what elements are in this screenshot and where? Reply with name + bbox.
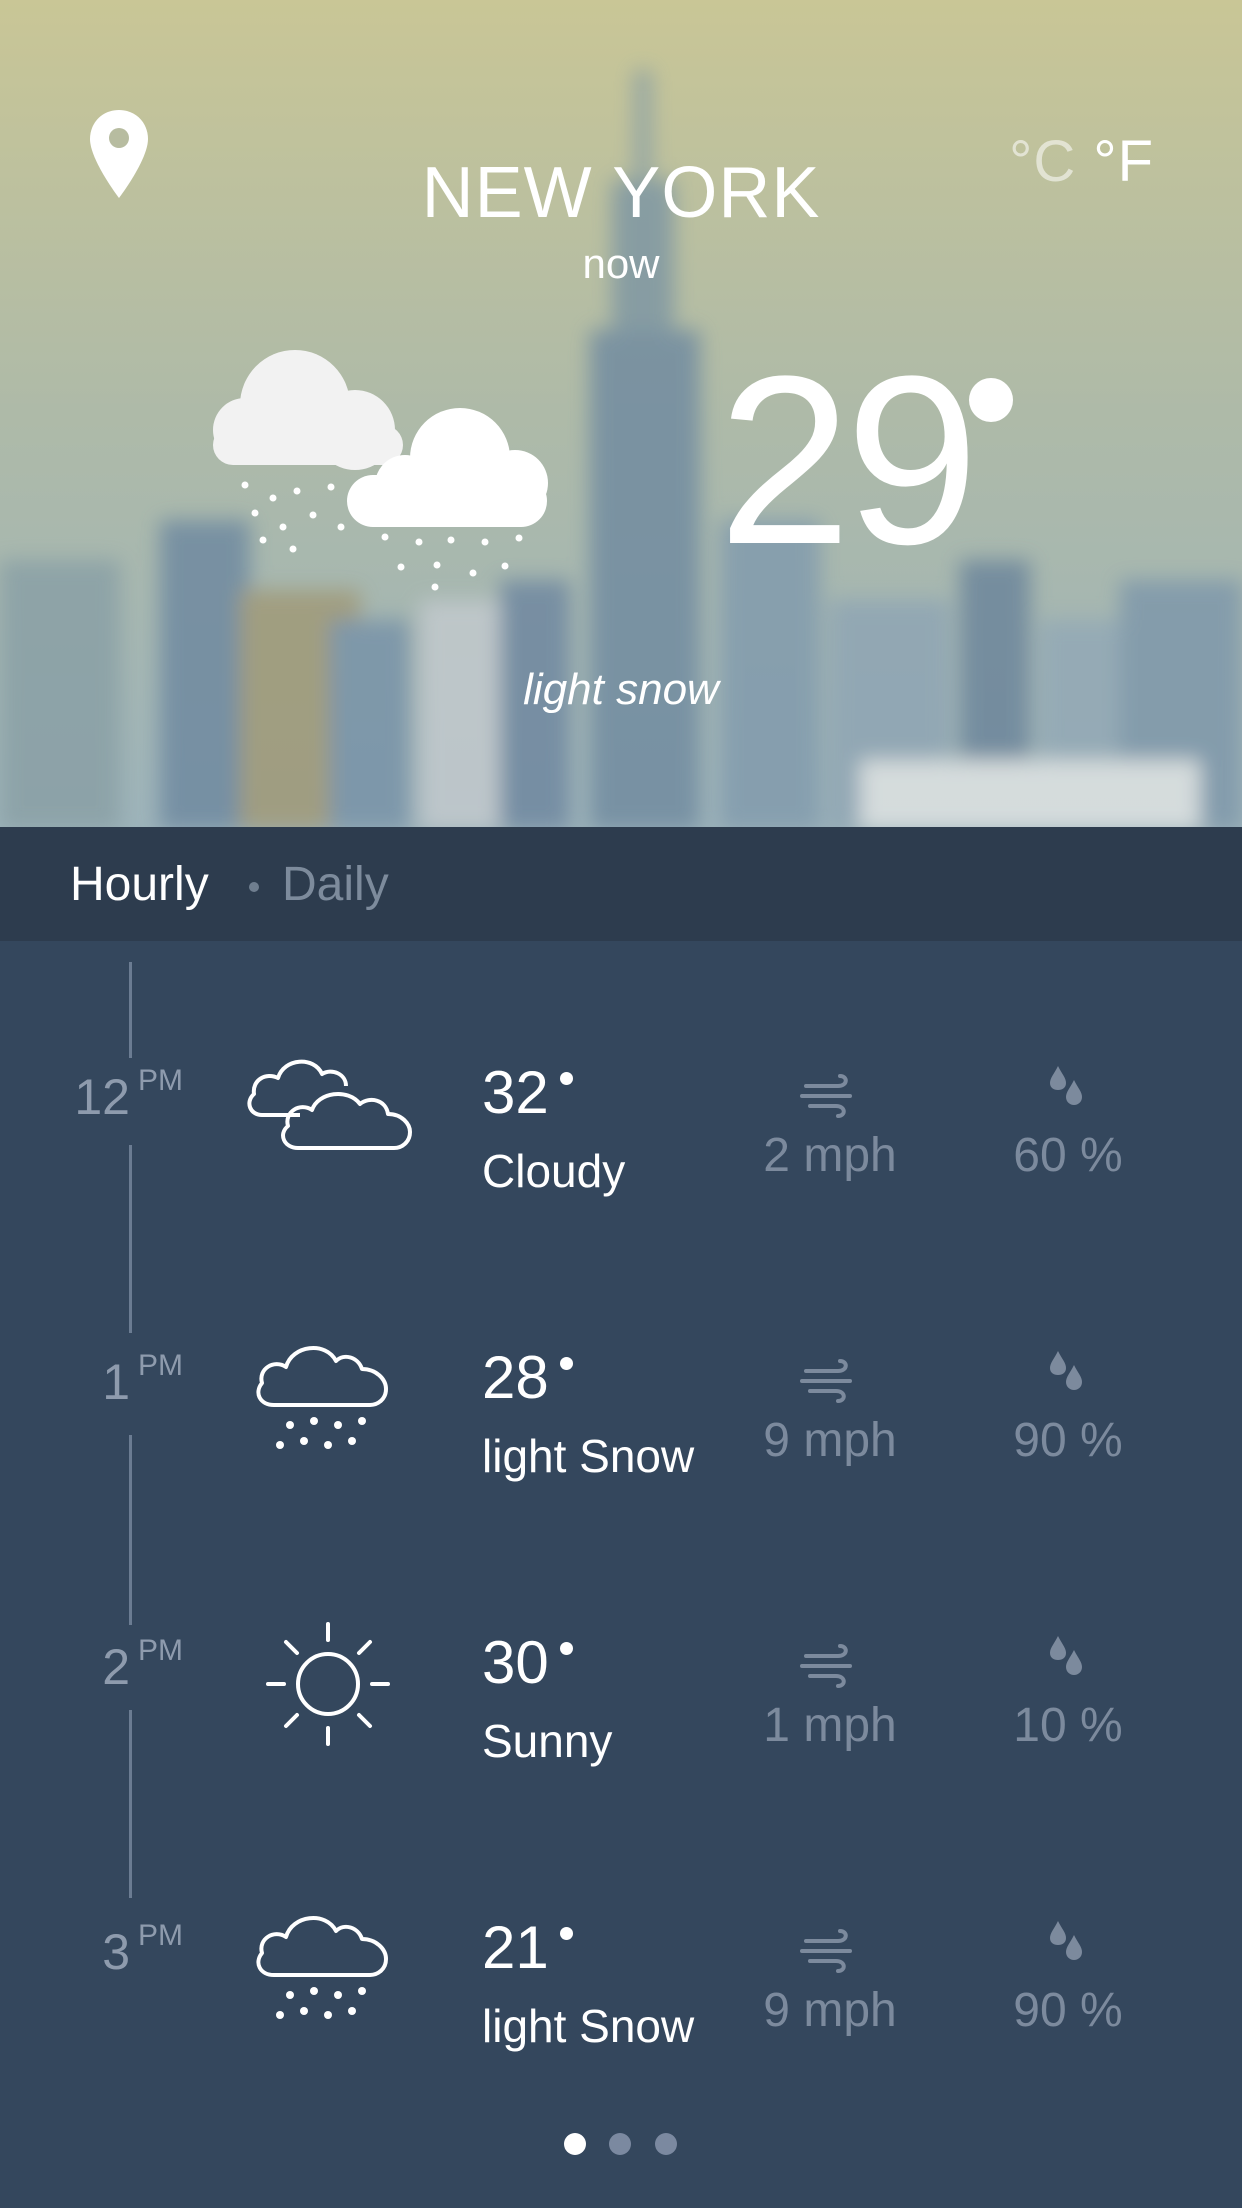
ampm-label: PM xyxy=(138,1349,183,1382)
wind-icon xyxy=(800,1074,852,1118)
wind-speed: 9 mph xyxy=(720,1983,940,2038)
hour-label: 12 PM xyxy=(20,1064,183,1126)
humidity-unit: % xyxy=(1080,1984,1123,2037)
hour-value: 3 xyxy=(102,1924,130,1980)
tab-daily[interactable]: Daily xyxy=(282,857,389,912)
tab-hourly[interactable]: Hourly xyxy=(70,857,209,912)
hourly-row[interactable]: 3 PM 21 light Snow 9 mph 90 % xyxy=(0,1895,1242,2095)
tab-separator-dot xyxy=(249,882,259,892)
hour-label: 3 PM xyxy=(20,1919,183,1981)
hour-temperature: 28 xyxy=(482,1344,549,1411)
humidity-value: 90 xyxy=(1013,1984,1067,2037)
cloudy-icon xyxy=(247,1059,412,1150)
hour-temperature: 21 xyxy=(482,1914,549,1981)
wind-icon xyxy=(800,1929,852,1973)
wind-unit: mph xyxy=(803,1699,897,1752)
humidity: 10 % xyxy=(958,1698,1178,1753)
page-dot-3[interactable] xyxy=(655,2133,677,2155)
ampm-label: PM xyxy=(138,1064,183,1097)
humidity-drop-icon xyxy=(1050,1921,1082,1960)
wind-unit: mph xyxy=(803,1414,897,1467)
humidity-value: 60 xyxy=(1013,1129,1067,1182)
current-condition: light snow xyxy=(523,665,719,714)
humidity-unit: % xyxy=(1080,1699,1123,1752)
degree-symbol xyxy=(560,1927,573,1940)
degree-symbol xyxy=(560,1642,573,1655)
hour-condition: light Snow xyxy=(482,1430,695,1482)
hour-label: 1 PM xyxy=(20,1349,183,1411)
wind-speed: 2 mph xyxy=(720,1128,940,1183)
wind-unit: mph xyxy=(803,1129,897,1182)
humidity: 90 % xyxy=(958,1983,1178,2038)
degree-symbol xyxy=(560,1357,573,1370)
wind-unit: mph xyxy=(803,1984,897,2037)
current-temperature: 29 xyxy=(718,326,979,594)
ampm-label: PM xyxy=(138,1919,183,1952)
wind-value: 9 xyxy=(763,1984,790,2037)
wind-icon xyxy=(800,1359,852,1403)
hourly-row[interactable]: 2 PM 30 Sunny 1 mph 10 % xyxy=(0,1610,1242,1810)
hour-value: 1 xyxy=(102,1354,130,1410)
hour-condition: Sunny xyxy=(482,1715,613,1767)
humidity: 60 % xyxy=(958,1128,1178,1183)
wind-speed: 1 mph xyxy=(720,1698,940,1753)
humidity-unit: % xyxy=(1080,1414,1123,1467)
page-indicator xyxy=(0,2133,1242,2157)
hour-condition: Cloudy xyxy=(482,1145,626,1197)
humidity-drop-icon xyxy=(1050,1636,1082,1675)
hero-banner: °C °F NEW YORK now 29 light snow xyxy=(0,0,1242,827)
hour-temperature: 32 xyxy=(482,1059,549,1126)
city-name: NEW YORK xyxy=(421,153,821,233)
wind-value: 9 xyxy=(763,1414,790,1467)
wind-value: 2 xyxy=(763,1129,790,1182)
hour-temperature: 30 xyxy=(482,1629,549,1696)
humidity-drop-icon xyxy=(1050,1351,1082,1390)
humidity-value: 10 xyxy=(1013,1699,1067,1752)
forecast-tab-bar: Hourly Daily xyxy=(0,827,1242,941)
humidity-value: 90 xyxy=(1013,1414,1067,1467)
time-label: now xyxy=(582,240,660,287)
wind-icon xyxy=(800,1644,852,1688)
wind-value: 1 xyxy=(763,1699,790,1752)
sunny-icon xyxy=(266,1622,390,1746)
page-dot-1[interactable] xyxy=(564,2133,586,2155)
hour-value: 12 xyxy=(74,1069,130,1125)
hour-condition: light Snow xyxy=(482,2000,695,2052)
humidity-unit: % xyxy=(1080,1129,1123,1182)
hour-value: 2 xyxy=(102,1639,130,1695)
light-snow-cloud-icon xyxy=(213,350,548,591)
degree-symbol xyxy=(969,378,1013,422)
hourly-row[interactable]: 12 PM 32 Cloudy 2 mph 60 % xyxy=(0,1040,1242,1240)
light-snow-icon xyxy=(256,1916,388,2019)
page-dot-2[interactable] xyxy=(609,2133,631,2155)
wind-speed: 9 mph xyxy=(720,1413,940,1468)
hour-label: 2 PM xyxy=(20,1634,183,1696)
light-snow-icon xyxy=(256,1346,388,1449)
degree-symbol xyxy=(560,1072,573,1085)
humidity-drop-icon xyxy=(1050,1066,1082,1105)
hourly-row[interactable]: 1 PM 28 light Snow 9 mph 90 % xyxy=(0,1325,1242,1525)
ampm-label: PM xyxy=(138,1634,183,1667)
humidity: 90 % xyxy=(958,1413,1178,1468)
